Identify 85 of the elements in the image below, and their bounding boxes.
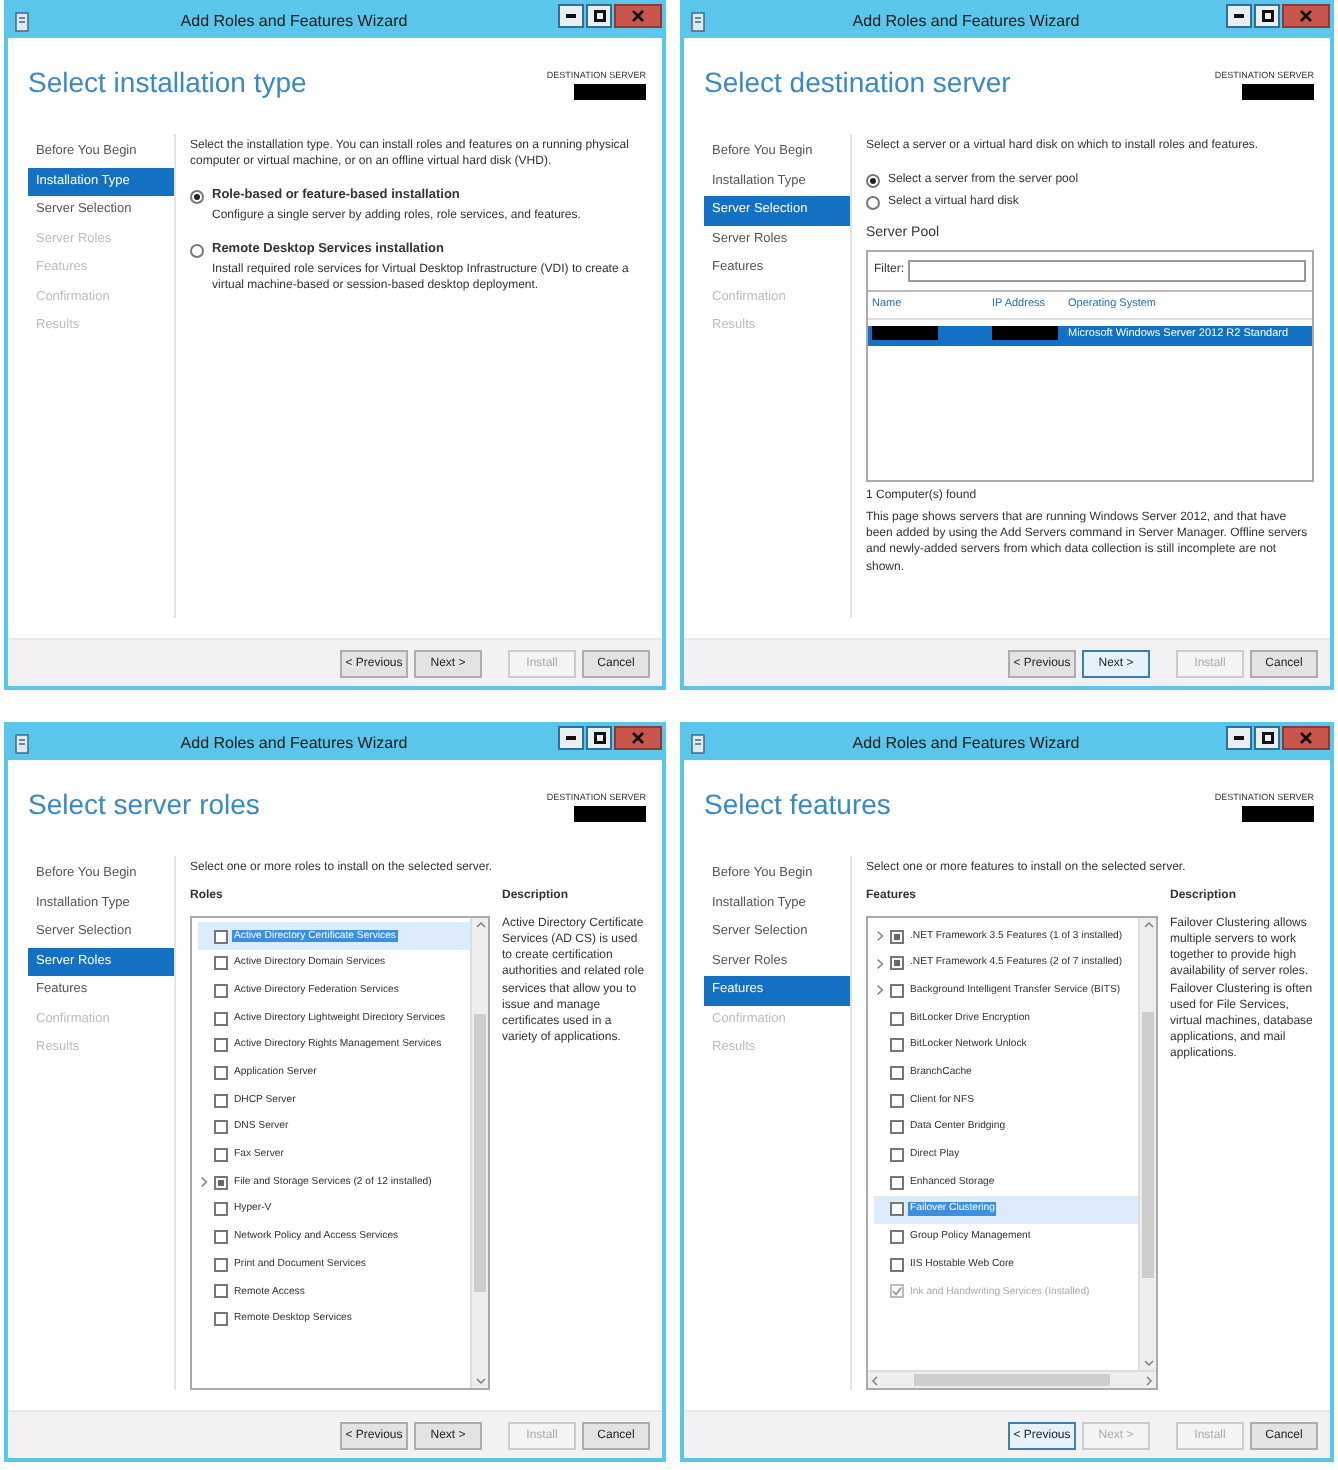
vertical-scrollbar[interactable] bbox=[470, 918, 488, 1388]
check-mark-icon bbox=[892, 1286, 902, 1297]
checkbox[interactable] bbox=[214, 1065, 228, 1080]
checkbox[interactable] bbox=[890, 1202, 904, 1217]
scroll-down-icon bbox=[475, 1377, 485, 1384]
redacted-block bbox=[992, 325, 1058, 340]
server-icon bbox=[690, 733, 706, 753]
checkbox[interactable] bbox=[214, 1011, 228, 1026]
radio-button[interactable] bbox=[190, 243, 204, 258]
checkbox[interactable] bbox=[214, 929, 228, 944]
window-title: Add Roles and Features Wizard bbox=[178, 734, 410, 752]
checkbox[interactable] bbox=[890, 1038, 904, 1053]
scroll-up-icon bbox=[475, 922, 485, 929]
checkbox[interactable] bbox=[890, 956, 904, 971]
checkbox[interactable] bbox=[890, 1148, 904, 1163]
checkbox[interactable] bbox=[890, 1230, 904, 1245]
checkbox[interactable] bbox=[890, 1065, 904, 1080]
horizontal-scrollbar[interactable] bbox=[868, 1370, 1156, 1388]
checkbox[interactable] bbox=[214, 983, 228, 998]
minimize-icon bbox=[1234, 736, 1244, 740]
radio-button[interactable] bbox=[190, 190, 204, 205]
minimize-icon bbox=[1234, 14, 1244, 18]
checkbox[interactable] bbox=[214, 1175, 228, 1190]
page-heading: Select features bbox=[704, 788, 891, 820]
maximize-button[interactable] bbox=[1254, 4, 1280, 28]
redacted-block bbox=[574, 84, 646, 100]
server-icon bbox=[690, 11, 706, 31]
window-title: Add Roles and Features Wizard bbox=[850, 12, 1082, 30]
checkbox[interactable] bbox=[214, 1257, 228, 1272]
checkbox[interactable] bbox=[214, 1202, 228, 1217]
close-button[interactable] bbox=[1282, 4, 1330, 28]
page-heading: Select installation type bbox=[28, 66, 307, 98]
redacted-block bbox=[574, 806, 646, 822]
maximize-button[interactable] bbox=[1254, 726, 1280, 750]
redacted-block bbox=[1242, 806, 1314, 822]
window-title: Add Roles and Features Wizard bbox=[850, 734, 1082, 752]
filter-field[interactable] bbox=[908, 259, 1306, 282]
minimize-button[interactable] bbox=[1226, 4, 1252, 28]
close-button[interactable] bbox=[614, 4, 662, 28]
checkbox[interactable] bbox=[214, 1093, 228, 1108]
checkbox[interactable] bbox=[890, 929, 904, 944]
checkbox[interactable] bbox=[890, 1093, 904, 1108]
checkbox[interactable] bbox=[214, 1148, 228, 1163]
maximize-icon bbox=[1261, 732, 1273, 744]
minimize-button[interactable] bbox=[1226, 726, 1252, 750]
close-icon bbox=[1300, 10, 1312, 22]
checkbox[interactable] bbox=[890, 1120, 904, 1135]
window-title: Add Roles and Features Wizard bbox=[178, 12, 410, 30]
scroll-right-icon bbox=[1146, 1375, 1152, 1385]
maximize-icon bbox=[1261, 10, 1273, 22]
minimize-button[interactable] bbox=[558, 4, 584, 28]
close-icon bbox=[1300, 732, 1312, 744]
checkbox[interactable] bbox=[214, 1120, 228, 1135]
close-icon bbox=[632, 10, 644, 22]
redacted-block bbox=[872, 325, 938, 340]
checkbox[interactable] bbox=[890, 1011, 904, 1026]
scroll-down-icon bbox=[1143, 1359, 1153, 1366]
page-heading: Select server roles bbox=[28, 788, 260, 820]
minimize-button[interactable] bbox=[558, 726, 584, 750]
close-button[interactable] bbox=[614, 726, 662, 750]
checkbox[interactable] bbox=[890, 1175, 904, 1190]
server-icon bbox=[14, 11, 30, 31]
checkbox[interactable] bbox=[214, 1038, 228, 1053]
minimize-icon bbox=[566, 736, 576, 740]
radio-button[interactable] bbox=[866, 195, 880, 210]
checkbox[interactable] bbox=[890, 983, 904, 998]
radio-button[interactable] bbox=[866, 173, 880, 188]
maximize-button[interactable] bbox=[586, 726, 612, 750]
page-heading: Select destination server bbox=[704, 66, 1011, 98]
checkbox[interactable] bbox=[214, 1230, 228, 1245]
maximize-icon bbox=[593, 732, 605, 744]
checkbox[interactable] bbox=[890, 1257, 904, 1272]
checkbox[interactable] bbox=[214, 1284, 228, 1299]
checkbox[interactable] bbox=[214, 1312, 228, 1327]
checkbox[interactable] bbox=[214, 956, 228, 971]
server-icon bbox=[14, 733, 30, 753]
maximize-button[interactable] bbox=[586, 4, 612, 28]
vertical-scrollbar[interactable] bbox=[1138, 918, 1156, 1370]
close-icon bbox=[632, 732, 644, 744]
close-button[interactable] bbox=[1282, 726, 1330, 750]
maximize-icon bbox=[593, 10, 605, 22]
redacted-block bbox=[1242, 84, 1314, 100]
scroll-up-icon bbox=[1143, 922, 1153, 929]
minimize-icon bbox=[566, 14, 576, 18]
scroll-left-icon bbox=[872, 1375, 878, 1385]
